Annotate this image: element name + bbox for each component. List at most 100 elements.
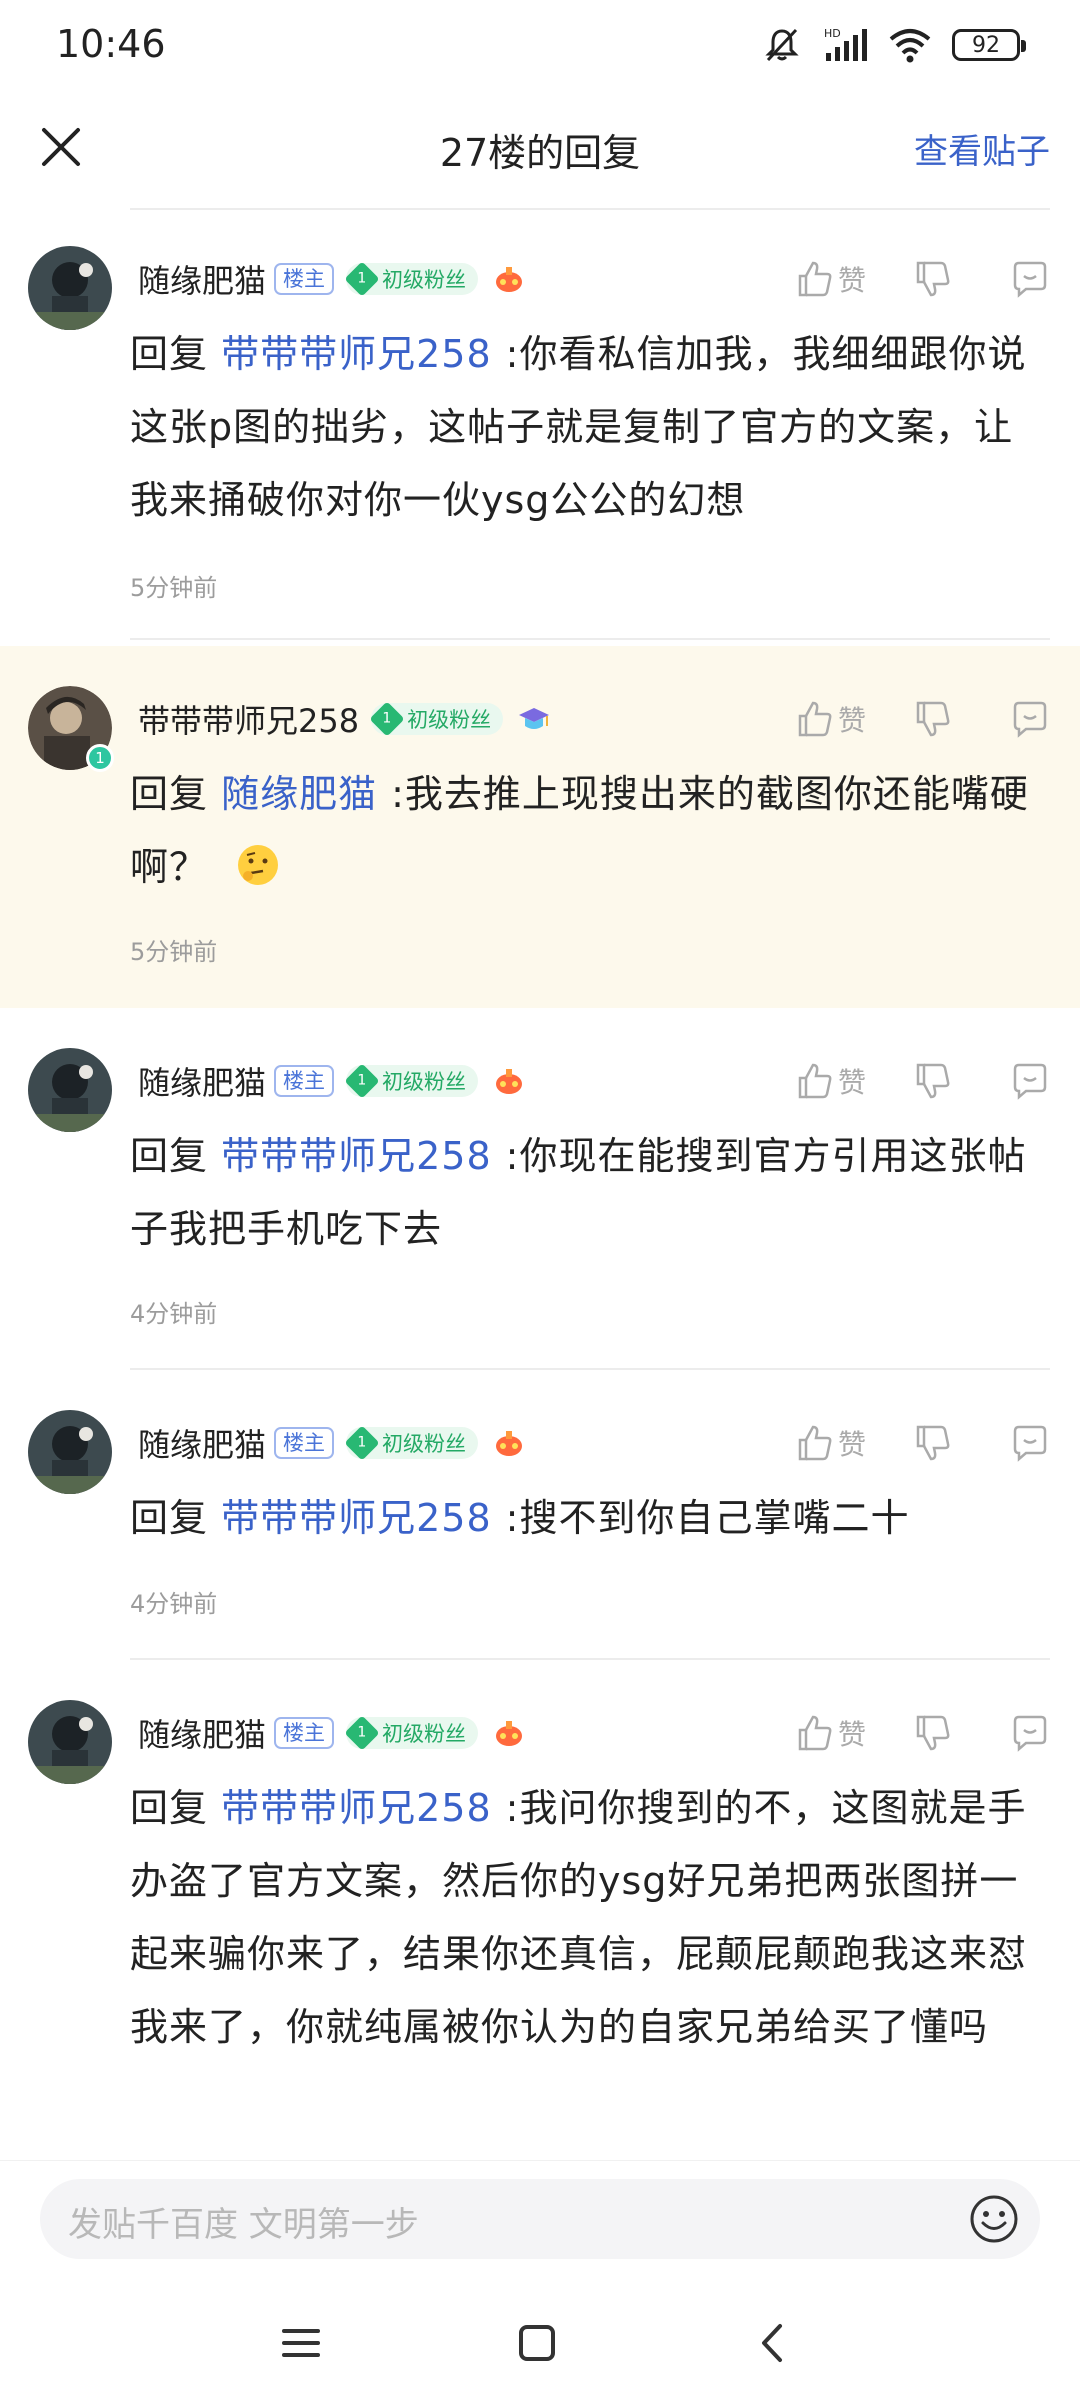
username[interactable]: 随缘肥猫 [138, 1420, 266, 1466]
reply-time: 4分钟前 [130, 1300, 218, 1328]
user-line: 随缘肥猫 楼主 1 初级粉丝 [138, 1418, 526, 1468]
divider [130, 638, 1050, 640]
username[interactable]: 带带带师兄258 [138, 696, 359, 742]
reply-body: :搜不到你自己掌嘴二十 [505, 1496, 910, 1540]
avatar[interactable] [28, 246, 112, 330]
like-button[interactable]: 赞 [794, 1713, 866, 1753]
thinking-emoji-icon [238, 845, 279, 885]
fan-level-icon: 1 [344, 261, 380, 297]
reply-prefix: 回复 [130, 332, 209, 376]
mention-link[interactable]: 带带带师兄258 [221, 1496, 492, 1540]
like-button[interactable]: 赞 [794, 1423, 866, 1463]
comment-button[interactable] [1010, 1061, 1050, 1101]
dislike-button[interactable] [912, 1061, 952, 1101]
thumbs-down-icon [916, 1063, 950, 1099]
comment-button[interactable] [1010, 1713, 1050, 1753]
game-emblem-icon [496, 267, 523, 292]
fan-level-icon: 1 [369, 701, 405, 737]
fan-badge: 1 初级粉丝 [369, 701, 504, 737]
reply-prefix: 回复 [130, 772, 209, 816]
comment-icon [1013, 1063, 1047, 1100]
fan-badge: 1 初级粉丝 [344, 1715, 479, 1751]
header-divider [130, 208, 1050, 210]
thumbs-up-icon [798, 701, 832, 737]
reply-content: 回复 带带带师兄258:你看私信加我，我细细跟你说这张p图的拙劣，这帖子就是复制… [130, 318, 1052, 537]
avatar[interactable] [28, 1048, 112, 1132]
comment-button[interactable] [1010, 259, 1050, 299]
hd-signal-icon: HD [824, 27, 867, 61]
status-time: 10:46 [56, 22, 166, 66]
dislike-button[interactable] [912, 1713, 952, 1753]
mention-link[interactable]: 带带带师兄258 [221, 1786, 492, 1830]
menu-icon[interactable] [276, 2318, 326, 2368]
reply-actions: 赞 [794, 254, 1050, 304]
owner-tag: 楼主 [274, 1427, 335, 1459]
reply-time: 5分钟前 [130, 574, 218, 602]
svg-text:HD: HD [824, 27, 841, 40]
mention-link[interactable]: 带带带师兄258 [221, 332, 492, 376]
status-bar: 10:46 HD 92 [0, 0, 1080, 90]
graduation-cap-icon [519, 708, 550, 729]
fan-level-icon: 1 [344, 1715, 380, 1751]
view-post-link[interactable]: 查看贴子 [914, 124, 1050, 173]
mute-bell-icon [765, 28, 799, 62]
reply-item: 随缘肥猫 楼主 1 初级粉丝 赞 [0, 1660, 1080, 2160]
reply-prefix: 回复 [130, 1496, 209, 1540]
thumbs-up-icon [798, 261, 832, 297]
comment-button[interactable] [1010, 699, 1050, 739]
reply-input-bar: 发贴千百度 文明第一步 [0, 2160, 1080, 2280]
reply-prefix: 回复 [130, 1134, 209, 1178]
fan-level-icon: 1 [344, 1063, 380, 1099]
reply-time: 4分钟前 [130, 1590, 218, 1618]
thumbs-up-icon [798, 1715, 832, 1751]
reply-item: 随缘肥猫 楼主 1 初级粉丝 赞 [0, 1370, 1080, 1660]
game-emblem-icon [496, 1069, 523, 1094]
like-label: 赞 [837, 704, 866, 737]
like-button[interactable]: 赞 [794, 699, 866, 739]
avatar[interactable] [28, 1700, 112, 1784]
mention-link[interactable]: 随缘肥猫 [221, 772, 377, 816]
fan-badge: 1 初级粉丝 [344, 1063, 479, 1099]
system-nav-bar [0, 2290, 1080, 2400]
dislike-button[interactable] [912, 699, 952, 739]
comment-icon [1013, 1425, 1047, 1462]
dislike-button[interactable] [912, 259, 952, 299]
like-label: 赞 [837, 264, 866, 297]
username[interactable]: 随缘肥猫 [138, 1710, 266, 1756]
reply-input[interactable]: 发贴千百度 文明第一步 [40, 2179, 1040, 2259]
reply-actions: 赞 [794, 694, 1050, 744]
home-icon[interactable] [512, 2318, 562, 2368]
like-label: 赞 [837, 1718, 866, 1751]
avatar[interactable] [28, 1410, 112, 1494]
comment-button[interactable] [1010, 1423, 1050, 1463]
fan-level-icon: 1 [344, 1425, 380, 1461]
fan-badge: 1 初级粉丝 [344, 261, 479, 297]
fan-badge-label: 初级粉丝 [407, 708, 492, 732]
game-emblem-icon [496, 1721, 523, 1746]
fan-badge-label: 初级粉丝 [382, 1070, 467, 1094]
like-button[interactable]: 赞 [794, 1061, 866, 1101]
owner-tag: 楼主 [274, 1717, 335, 1749]
reply-item: 随缘肥猫 楼主 1 初级粉丝 赞 [0, 1008, 1080, 1370]
username[interactable]: 随缘肥猫 [138, 256, 266, 302]
like-button[interactable]: 赞 [794, 259, 866, 299]
reply-actions: 赞 [794, 1056, 1050, 1106]
thumbs-down-icon [916, 1425, 950, 1461]
game-emblem-icon [496, 1431, 523, 1456]
input-placeholder: 发贴千百度 文明第一步 [68, 2205, 419, 2245]
reply-content: 回复 带带带师兄258:你现在能搜到官方引用这张帖子我把手机吃下去 [130, 1120, 1052, 1266]
reply-time: 5分钟前 [130, 938, 218, 966]
username[interactable]: 随缘肥猫 [138, 1058, 266, 1104]
emoji-icon[interactable] [968, 2193, 1020, 2245]
dislike-button[interactable] [912, 1423, 952, 1463]
user-line: 随缘肥猫 楼主 1 初级粉丝 [138, 1708, 526, 1758]
comment-icon [1013, 701, 1047, 738]
reply-item-highlighted: 1 带带带师兄258 1 初级粉丝 赞 回复 随缘肥猫:我去推上现搜出来的截图… [0, 646, 1080, 1008]
mention-link[interactable]: 带带带师兄258 [221, 1134, 492, 1178]
comment-icon [1013, 261, 1047, 298]
like-label: 赞 [837, 1428, 866, 1461]
status-icons: HD 92 [762, 22, 1026, 68]
fan-badge-label: 初级粉丝 [382, 268, 467, 292]
back-icon[interactable] [748, 2318, 798, 2368]
avatar[interactable]: 1 [28, 686, 114, 772]
